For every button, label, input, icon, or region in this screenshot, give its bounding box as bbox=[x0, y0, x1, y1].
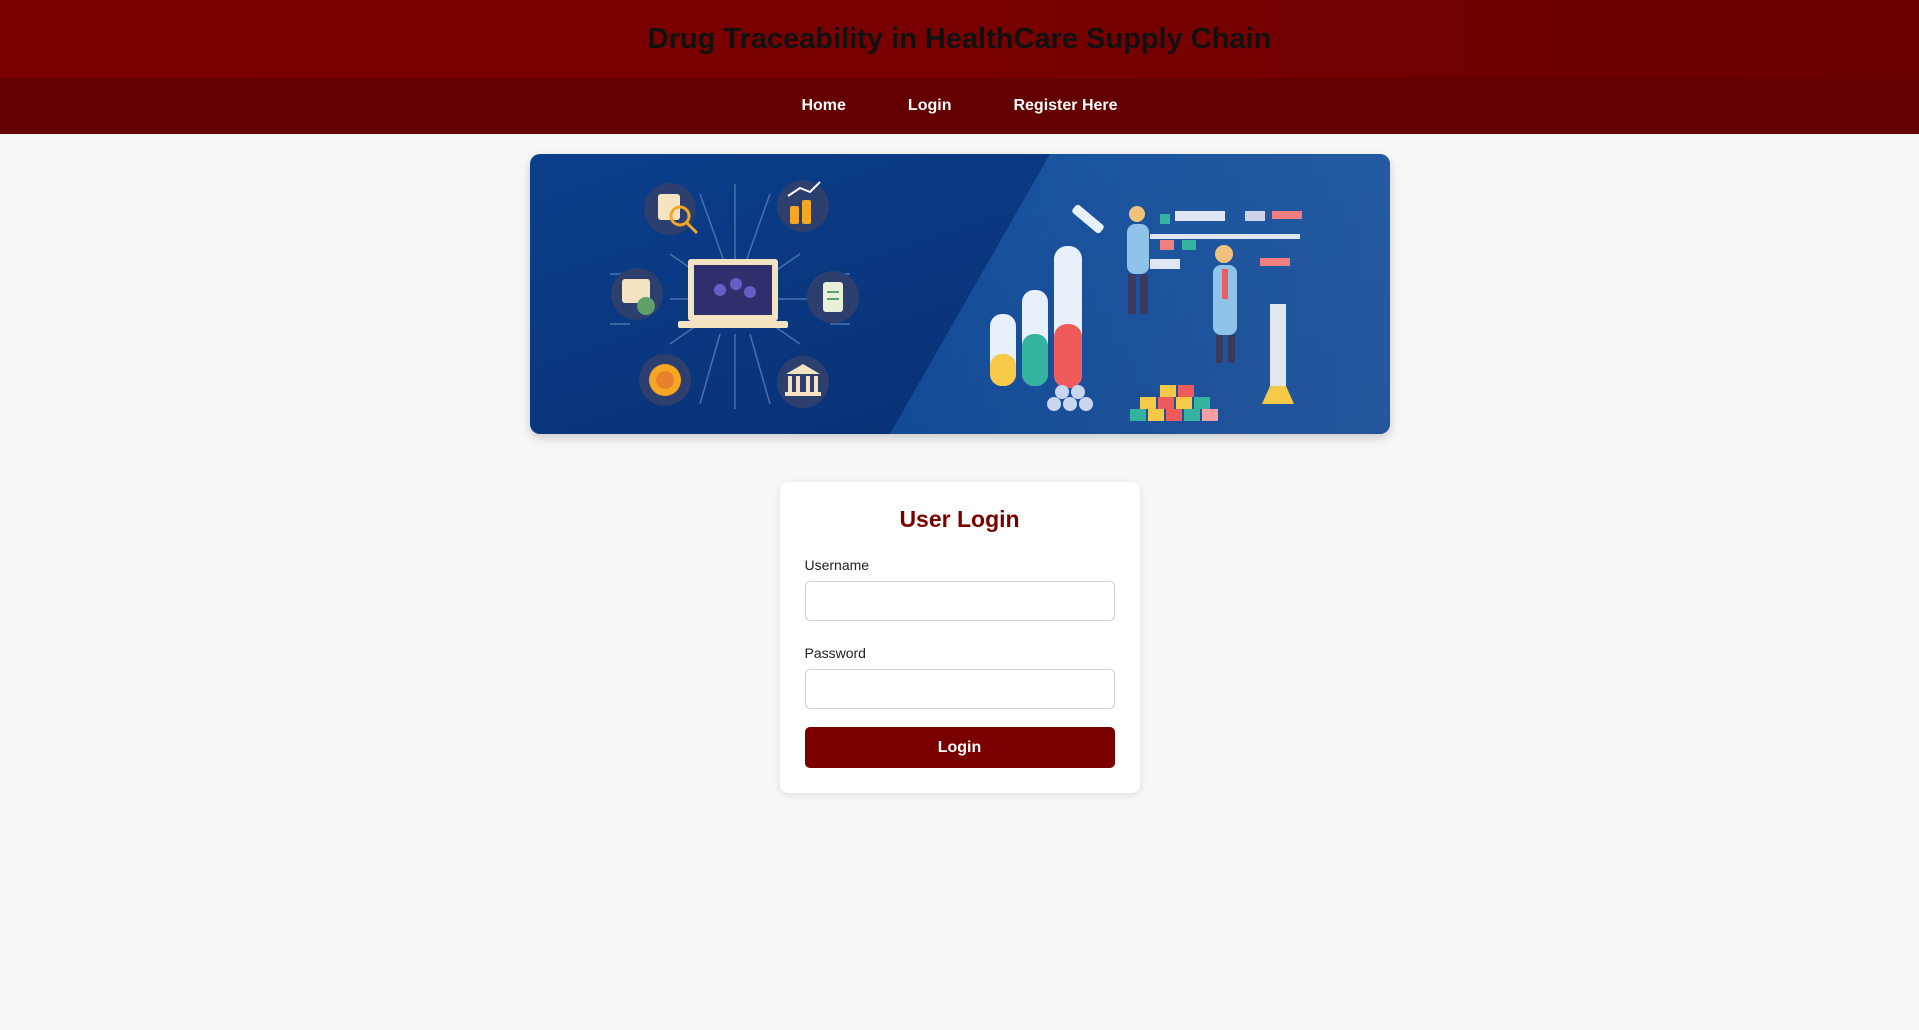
username-label: Username bbox=[804, 557, 870, 573]
login-submit-button[interactable]: Login bbox=[804, 727, 1115, 768]
password-label: Password bbox=[804, 645, 866, 661]
nav-login-link[interactable]: Login bbox=[877, 97, 983, 115]
nav-register-link[interactable]: Register Here bbox=[982, 97, 1148, 115]
site-title: Drug Traceability in HealthCare Supply C… bbox=[647, 22, 1272, 55]
username-input[interactable] bbox=[804, 581, 1115, 621]
password-input[interactable] bbox=[804, 669, 1115, 709]
site-header: Drug Traceability in HealthCare Supply C… bbox=[0, 0, 1919, 78]
main-nav: Home Login Register Here bbox=[0, 78, 1919, 134]
login-form-title: User Login bbox=[899, 506, 1020, 532]
login-form: User Login Username Password Login bbox=[779, 482, 1140, 793]
hero-banner-image bbox=[529, 154, 1390, 434]
nav-home-link[interactable]: Home bbox=[770, 97, 876, 115]
